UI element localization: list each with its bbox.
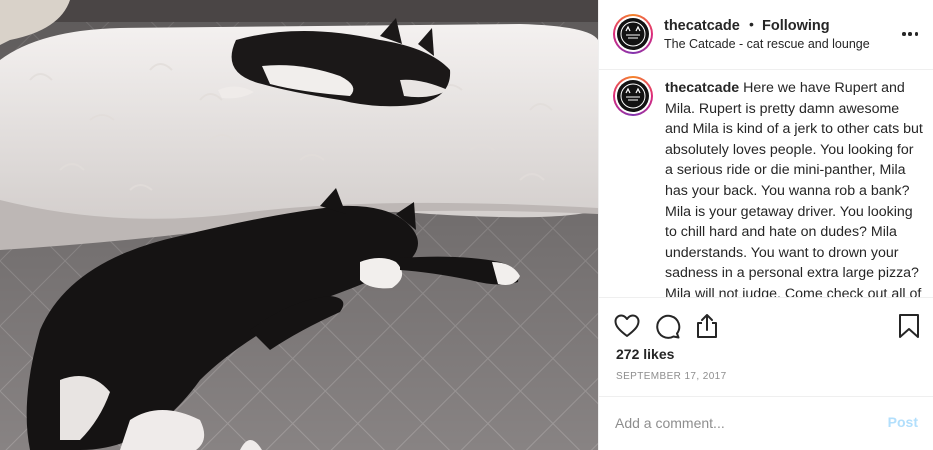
caption-username[interactable]: thecatcade (665, 80, 739, 96)
comment-input[interactable] (615, 413, 875, 433)
following-button[interactable]: Following (762, 18, 830, 34)
caption-body: Here we have Rupert and Mila. Rupert is … (665, 80, 923, 298)
caption-section: thecatcade Here we have Rupert and Mila.… (599, 70, 933, 298)
follow-separator: • (749, 16, 754, 32)
heart-outline-icon[interactable] (613, 312, 641, 340)
caption-avatar[interactable] (613, 76, 653, 116)
location-subtitle[interactable]: The Catcade - cat rescue and lounge (664, 37, 870, 51)
catcade-logo-icon (620, 83, 646, 109)
likes-count[interactable]: 272 likes (616, 346, 674, 362)
speech-bubble-icon[interactable] (653, 312, 681, 340)
post-photo[interactable] (0, 0, 598, 450)
comment-box: Post (599, 396, 933, 450)
post-date[interactable]: SEPTEMBER 17, 2017 (616, 371, 727, 382)
cats-photo-image (0, 0, 598, 450)
post-side-panel: thecatcade • Following The Catcade - cat… (598, 0, 933, 450)
share-upload-icon[interactable] (693, 312, 721, 340)
caption-text-block: thecatcade Here we have Rupert and Mila.… (665, 78, 925, 298)
more-options-icon[interactable] (902, 32, 918, 36)
post-header: thecatcade • Following The Catcade - cat… (599, 0, 933, 70)
action-bar (599, 308, 933, 342)
bookmark-outline-icon[interactable] (895, 312, 923, 340)
post-comment-button[interactable]: Post (888, 414, 918, 430)
catcade-logo-icon (620, 21, 646, 47)
header-username[interactable]: thecatcade (664, 18, 740, 34)
profile-avatar[interactable] (613, 14, 653, 54)
